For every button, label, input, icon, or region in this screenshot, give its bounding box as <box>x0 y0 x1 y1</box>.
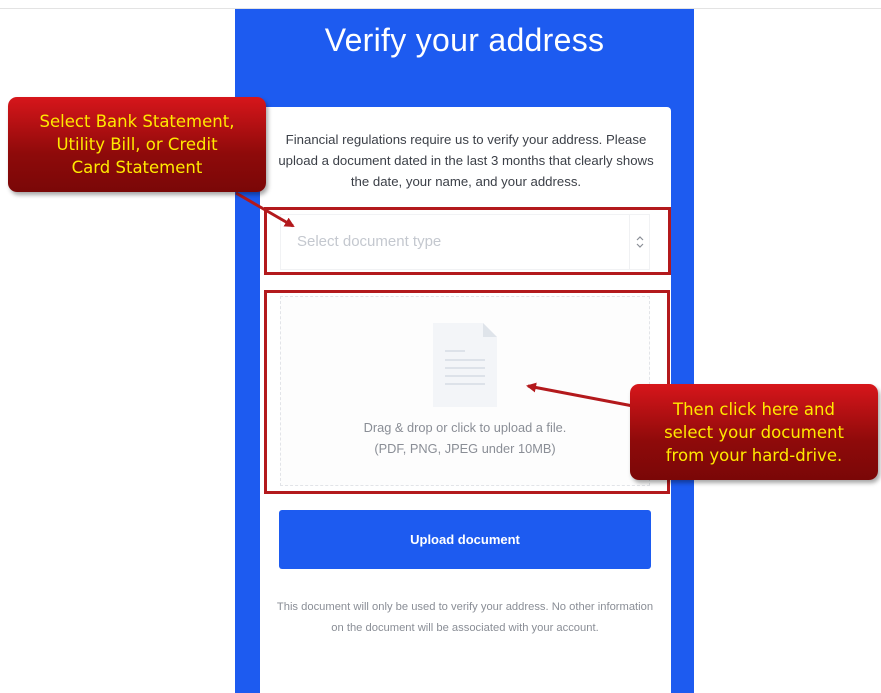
select-callout-arrow <box>235 191 295 228</box>
select-callout: Select Bank Statement, Utility Bill, or … <box>8 97 266 192</box>
dropzone-callout: Then click here and select your document… <box>630 384 878 480</box>
dropzone-callout-arrow <box>526 382 634 408</box>
dropzone-callout-text: Then click here and select your document… <box>664 399 844 465</box>
select-callout-text: Select Bank Statement, Utility Bill, or … <box>39 112 235 177</box>
